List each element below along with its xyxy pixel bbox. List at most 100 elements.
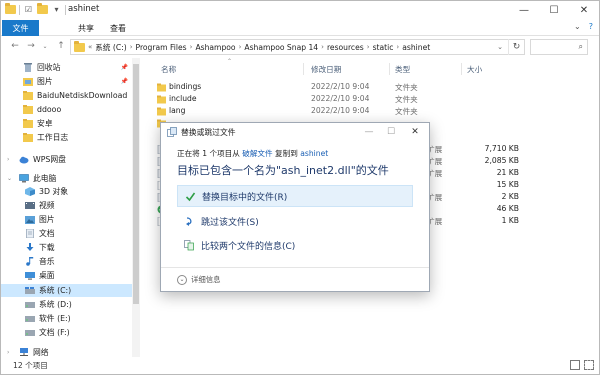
quick-access-dropdown-icon[interactable]: ▾: [51, 4, 62, 15]
sidebar-scrollbar[interactable]: [132, 58, 140, 357]
sidebar-item-label: 视频: [39, 201, 55, 210]
dialog-maximize-button[interactable]: ☐: [383, 125, 399, 139]
chevron-right-icon[interactable]: ›: [7, 349, 9, 356]
chevron-right-icon[interactable]: ›: [367, 43, 370, 51]
details-view-icon[interactable]: [570, 360, 580, 370]
replace-file-option[interactable]: 替换目标中的文件(R): [177, 185, 413, 207]
tab-file[interactable]: 文件: [2, 20, 39, 36]
folder-icon: [74, 40, 85, 52]
chevron-right-icon[interactable]: ›: [396, 43, 399, 51]
breadcrumb-item[interactable]: static: [373, 43, 394, 52]
chevron-down-icon[interactable]: ⌄: [7, 175, 12, 182]
column-header-type[interactable]: 类型: [395, 64, 410, 75]
properties-icon[interactable]: ☑: [23, 4, 34, 15]
table-row[interactable]: lang 2022/2/10 9:04 文件夹: [141, 105, 591, 117]
sidebar-item-baidunetdisk[interactable]: BaiduNetdiskDownload: [1, 89, 132, 102]
sidebar-item-downloads[interactable]: 下载: [1, 241, 132, 254]
description-text: 复制到: [275, 149, 298, 158]
breadcrumb-item[interactable]: 系统 (C:): [95, 42, 126, 53]
sidebar-item-videos[interactable]: 视频: [1, 199, 132, 212]
column-divider[interactable]: [389, 63, 390, 75]
dialog-divider: [161, 267, 429, 268]
description-text: 正在将 1 个项目从: [177, 149, 240, 158]
copy-files-icon: [167, 127, 177, 137]
sidebar-item-drive-c[interactable]: 系统 (C:): [1, 284, 132, 297]
sidebar-item-label: 桌面: [39, 271, 55, 280]
large-icons-view-icon[interactable]: [584, 360, 594, 370]
maximize-button[interactable]: ☐: [539, 1, 569, 19]
chevron-right-icon[interactable]: ›: [239, 43, 242, 51]
chevron-right-icon[interactable]: ›: [7, 156, 9, 163]
search-input[interactable]: ⌕: [530, 39, 588, 55]
sidebar-item-drive-f[interactable]: 文档 (F:): [1, 326, 132, 339]
more-details-toggle[interactable]: ⌄ 详细信息: [177, 274, 221, 285]
tab-view[interactable]: 查看: [110, 20, 126, 36]
sidebar-item-wps-cloud[interactable]: › WPS网盘: [1, 153, 132, 166]
forward-arrow-icon[interactable]: →: [25, 40, 37, 52]
new-folder-icon[interactable]: [37, 3, 48, 15]
address-dropdown-icon[interactable]: ⌄: [493, 39, 507, 55]
tab-share[interactable]: 共享: [78, 20, 94, 36]
sidebar-item-pictures-pc[interactable]: 图片: [1, 213, 132, 226]
up-arrow-icon[interactable]: ↑: [55, 40, 67, 52]
sidebar-item-label: 回收站: [37, 63, 61, 72]
file-size: 2 KB: [501, 192, 519, 201]
breadcrumb-item[interactable]: Ashampoo: [195, 43, 235, 52]
sort-indicator-icon: ⌃: [227, 58, 233, 65]
column-header-date[interactable]: 修改日期: [311, 64, 341, 75]
help-icon[interactable]: ?: [589, 22, 593, 31]
folder-icon: [23, 119, 33, 128]
sidebar-item-work-log[interactable]: 工作日志: [1, 131, 132, 144]
sidebar-item-ddooo[interactable]: ddooo: [1, 103, 132, 116]
pin-icon[interactable]: 📌: [121, 78, 128, 85]
close-button[interactable]: ✕: [569, 1, 599, 19]
minimize-button[interactable]: —: [509, 1, 539, 19]
chevron-right-icon[interactable]: ›: [130, 43, 133, 51]
breadcrumb-item[interactable]: ashinet: [402, 43, 430, 52]
more-details-label: 详细信息: [191, 275, 221, 284]
sidebar-item-drive-e[interactable]: 软件 (E:): [1, 312, 132, 325]
scrollbar-thumb[interactable]: [133, 64, 139, 304]
checkmark-icon: [184, 190, 196, 202]
sidebar-item-3d-objects[interactable]: 3D 对象: [1, 185, 132, 198]
sidebar-item-documents[interactable]: 文档: [1, 227, 132, 240]
compare-files-option[interactable]: 比较两个文件的信息(C): [177, 234, 413, 256]
column-header-name[interactable]: 名称: [161, 64, 176, 75]
sidebar-item-label: WPS网盘: [33, 155, 66, 164]
back-arrow-icon[interactable]: ←: [9, 40, 21, 52]
refresh-icon[interactable]: ↻: [508, 39, 524, 55]
sidebar-item-music[interactable]: 音乐: [1, 255, 132, 268]
chevron-right-icon[interactable]: ›: [321, 43, 324, 51]
table-row[interactable]: include 2022/2/10 9:04 文件夹: [141, 93, 591, 105]
source-folder-link[interactable]: 破解文件: [242, 149, 272, 158]
address-bar[interactable]: « 系统 (C:) › Program Files › Ashampoo › A…: [70, 39, 525, 55]
expand-ribbon-icon[interactable]: ⌄: [574, 22, 581, 31]
folder-icon: [157, 83, 166, 92]
pin-icon[interactable]: 📌: [121, 64, 128, 71]
column-header-size[interactable]: 大小: [467, 64, 482, 75]
pictures-icon: [25, 216, 35, 224]
skip-file-option[interactable]: 跳过该文件(S): [177, 210, 413, 232]
breadcrumb-item[interactable]: Program Files: [136, 43, 187, 52]
folder-icon: [5, 3, 16, 15]
breadcrumb-item[interactable]: resources: [327, 43, 364, 52]
sidebar-item-drive-d[interactable]: 系统 (D:): [1, 298, 132, 311]
sidebar-item-recycle-bin[interactable]: 回收站 📌: [1, 61, 132, 74]
table-row[interactable]: bindings 2022/2/10 9:04 文件夹: [141, 81, 591, 93]
sidebar-item-pictures[interactable]: 图片 📌: [1, 75, 132, 88]
overflow-chevron-icon[interactable]: «: [88, 43, 92, 51]
column-divider[interactable]: [461, 63, 462, 75]
dialog-close-button[interactable]: ✕: [407, 125, 423, 139]
destination-folder-link[interactable]: ashinet: [300, 149, 328, 158]
title-bar: ☑ ▾ ashinet — ☐ ✕: [1, 1, 599, 19]
recent-locations-icon[interactable]: ⌄: [39, 40, 51, 52]
sidebar-item-desktop[interactable]: 桌面: [1, 269, 132, 282]
sidebar-item-android[interactable]: 安卓: [1, 117, 132, 130]
sidebar-item-this-pc[interactable]: ⌄ 此电脑: [1, 172, 132, 185]
column-divider[interactable]: [303, 63, 304, 75]
breadcrumb-item[interactable]: Ashampoo Snap 14: [244, 43, 318, 52]
window-title: ashinet: [68, 4, 100, 14]
chevron-right-icon[interactable]: ›: [190, 43, 193, 51]
dialog-minimize-button[interactable]: —: [361, 125, 377, 139]
file-size: 46 KB: [496, 204, 519, 213]
